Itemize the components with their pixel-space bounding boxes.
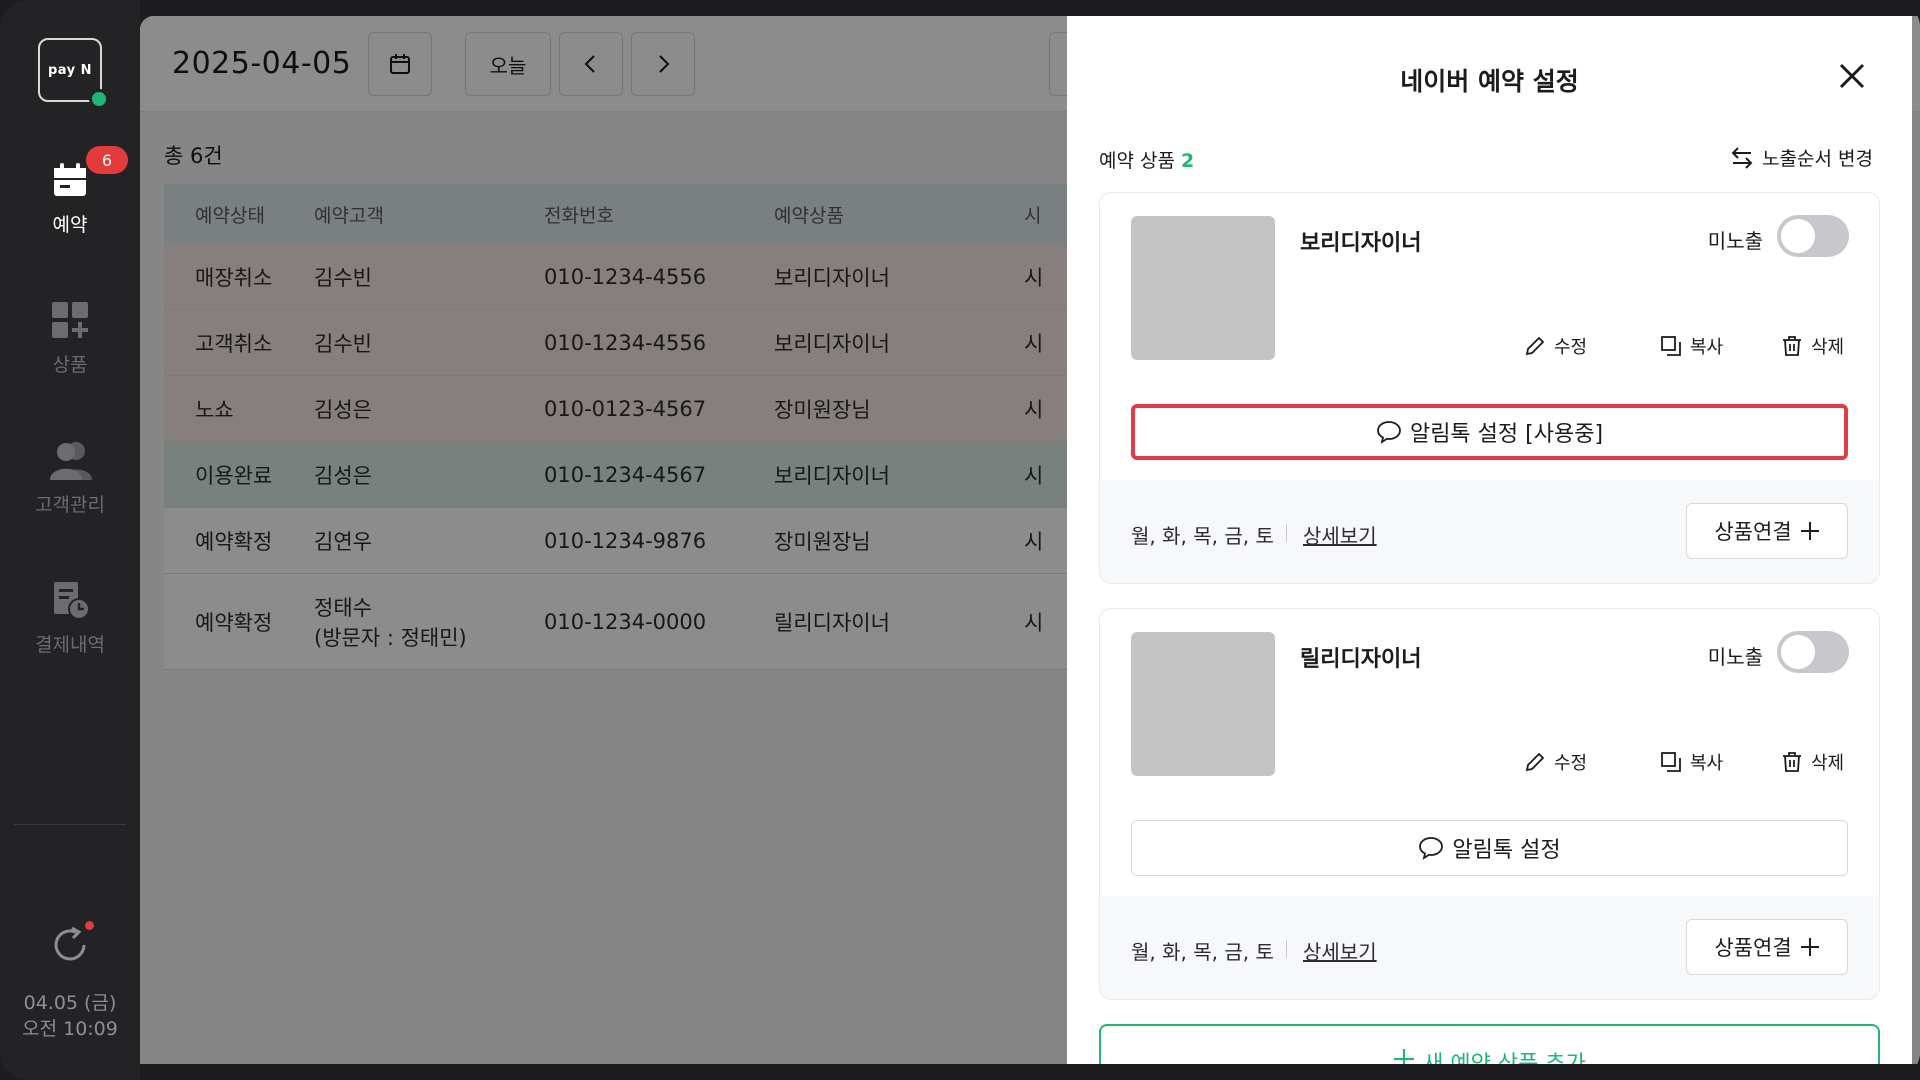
chat-bubble-icon	[1377, 421, 1401, 444]
delete-button[interactable]: 삭제	[1781, 749, 1844, 775]
delete-label: 삭제	[1811, 753, 1845, 774]
toggle-knob	[1781, 219, 1815, 253]
card-footer: 월, 화, 목, 금, 토 상세보기 상품연결	[1100, 896, 1879, 999]
visibility-label: 미노출	[1707, 645, 1763, 669]
product-card: 보리디자이너 미노출 수정 복사 삭제 알림톡 설정 [사용중] 월, 화, 목…	[1099, 192, 1880, 584]
add-reservation-product-button[interactable]: 새 예약 상품 추가	[1099, 1024, 1880, 1064]
toggle-knob	[1781, 635, 1815, 669]
nav-label-reservation: 예약	[52, 214, 88, 236]
close-button[interactable]	[1822, 46, 1882, 106]
section-title-label: 예약 상품	[1099, 150, 1175, 172]
nav-item-reservation[interactable]: 6 예약	[0, 146, 140, 260]
logo-text: pay N	[47, 62, 93, 78]
change-order-label: 노출순서 변경	[1762, 148, 1873, 170]
copy-button[interactable]: 복사	[1660, 333, 1723, 359]
link-product-label: 상품연결	[1714, 936, 1792, 960]
trash-icon	[1783, 336, 1801, 356]
detail-link[interactable]: 상세보기	[1303, 520, 1377, 549]
edit-label: 수정	[1554, 337, 1588, 358]
copy-icon	[1661, 752, 1681, 772]
copy-label: 복사	[1690, 337, 1724, 358]
sidebar: pay N 6 예약 상품 고객관리 결제내역 04.05 (금) 오전 10:…	[0, 0, 140, 1080]
delete-button[interactable]: 삭제	[1781, 333, 1844, 359]
nav-label-payments: 결제내역	[35, 634, 105, 656]
nav-label-customers: 고객관리	[35, 494, 105, 516]
sidebar-date: 04.05 (금)	[23, 992, 117, 1014]
delete-label: 삭제	[1811, 337, 1845, 358]
pencil-icon	[1525, 752, 1545, 772]
operating-days: 월, 화, 목, 금, 토	[1131, 940, 1274, 964]
edit-label: 수정	[1554, 753, 1588, 774]
edit-button[interactable]: 수정	[1524, 749, 1587, 775]
change-order-button[interactable]: 노출순서 변경	[1730, 144, 1873, 171]
plus-icon	[1800, 522, 1819, 540]
product-name: 릴리디자이너	[1300, 647, 1422, 672]
chat-bubble-icon	[1419, 837, 1444, 860]
product-thumbnail	[1131, 632, 1275, 776]
alimtalk-settings-button[interactable]: 알림톡 설정 [사용중]	[1131, 404, 1848, 460]
product-count: 2	[1181, 150, 1195, 172]
users-icon	[50, 440, 92, 480]
copy-label: 복사	[1690, 753, 1724, 774]
visibility-toggle[interactable]	[1777, 631, 1849, 673]
copy-icon	[1661, 336, 1681, 356]
device-frame: pay N 6 예약 상품 고객관리 결제내역 04.05 (금) 오전 10:…	[0, 0, 1920, 1080]
sidebar-divider	[14, 824, 126, 825]
update-dot	[85, 921, 94, 930]
nav-label-product: 상품	[52, 354, 88, 376]
sidebar-time: 오전 10:09	[22, 1018, 118, 1040]
alimtalk-settings-button[interactable]: 알림톡 설정	[1131, 820, 1848, 876]
footer-separator	[1286, 940, 1287, 958]
pencil-icon	[1525, 336, 1545, 356]
detail-link[interactable]: 상세보기	[1303, 936, 1377, 965]
section-title: 예약 상품 2	[1099, 146, 1194, 173]
plus-icon	[1394, 1049, 1415, 1064]
link-product-button[interactable]: 상품연결	[1686, 919, 1848, 975]
close-icon	[1839, 63, 1865, 89]
add-product-label: 새 예약 상품 추가	[1423, 1046, 1586, 1064]
link-product-button[interactable]: 상품연결	[1686, 503, 1848, 559]
refresh-button[interactable]	[50, 921, 94, 965]
visibility-toggle[interactable]	[1777, 215, 1849, 257]
alimtalk-label: 알림톡 설정 [사용중]	[1409, 422, 1604, 447]
nav-item-product[interactable]: 상품	[0, 300, 140, 400]
app-logo[interactable]: pay N	[38, 38, 109, 109]
calendar-icon: 6	[50, 146, 128, 200]
copy-button[interactable]: 복사	[1660, 749, 1723, 775]
grid-plus-icon	[50, 300, 90, 340]
footer-separator	[1286, 524, 1287, 542]
refresh-icon	[54, 926, 86, 961]
panel-title: 네이버 예약 설정	[1400, 67, 1579, 96]
online-status-dot	[89, 89, 109, 109]
naver-reservation-settings-panel: 네이버 예약 설정 예약 상품 2 노출순서 변경 보리디자이너 미노출 수정 …	[1067, 16, 1912, 1064]
product-thumbnail	[1131, 216, 1275, 360]
product-name: 보리디자이너	[1300, 231, 1422, 256]
alimtalk-label: 알림톡 설정	[1452, 838, 1561, 863]
nav-item-customers[interactable]: 고객관리	[0, 440, 140, 540]
link-product-label: 상품연결	[1714, 520, 1792, 544]
product-card: 릴리디자이너 미노출 수정 복사 삭제 알림톡 설정 월, 화, 목, 금, 토…	[1099, 608, 1880, 1000]
nav-item-payments[interactable]: 결제내역	[0, 580, 140, 680]
edit-button[interactable]: 수정	[1524, 333, 1587, 359]
plus-icon	[1800, 938, 1819, 956]
reservation-count-badge: 6	[86, 146, 128, 174]
receipt-clock-icon	[50, 580, 90, 620]
visibility-label: 미노출	[1707, 229, 1763, 253]
card-footer: 월, 화, 목, 금, 토 상세보기 상품연결	[1100, 480, 1879, 583]
trash-icon	[1783, 752, 1801, 772]
swap-arrows-icon	[1731, 146, 1753, 169]
operating-days: 월, 화, 목, 금, 토	[1131, 524, 1274, 548]
